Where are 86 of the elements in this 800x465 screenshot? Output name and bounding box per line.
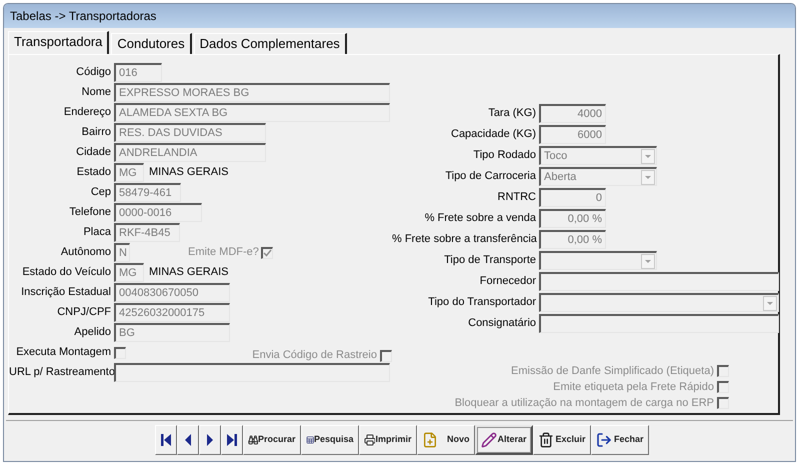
- new-document-icon: [422, 432, 438, 448]
- text-field[interactable]: [539, 272, 779, 291]
- tab[interactable]: Dados Complementares: [194, 33, 347, 54]
- field-label: Tipo do Transportador: [427, 295, 537, 310]
- text-field[interactable]: 016: [114, 63, 162, 82]
- window-title: Tabelas -> Transportadoras: [10, 8, 156, 25]
- field-label: CNPJ/CPF: [56, 305, 112, 320]
- close-button[interactable]: Fechar: [590, 425, 648, 455]
- new-button[interactable]: Novo: [416, 425, 474, 455]
- field-label: % Frete sobre a transferência: [392, 232, 538, 248]
- next-button[interactable]: [198, 425, 220, 455]
- dropdown-field[interactable]: Toco: [539, 146, 657, 165]
- checkbox[interactable]: [114, 346, 126, 358]
- field-label: Fornecedor: [478, 274, 537, 290]
- previous-button[interactable]: [176, 425, 198, 455]
- check-icon: [262, 249, 272, 257]
- text-field[interactable]: 42526032000175: [114, 303, 230, 322]
- state-name: MINAS GERAIS: [149, 165, 228, 180]
- field-label: Estado: [76, 165, 112, 180]
- text-field[interactable]: 0,00 %: [539, 209, 606, 228]
- dropdown-field[interactable]: [539, 293, 779, 312]
- text-field[interactable]: 6000: [539, 125, 606, 144]
- field-label: Cep: [90, 185, 112, 200]
- first-record-button[interactable]: [154, 425, 176, 455]
- print-button[interactable]: Imprimir: [358, 425, 416, 455]
- last-record-button[interactable]: [220, 425, 242, 455]
- text-field[interactable]: RES. DAS DUVIDAS: [114, 123, 266, 142]
- field-label: Cidade: [75, 145, 112, 160]
- state-name: MINAS GERAIS: [149, 265, 228, 280]
- text-field[interactable]: [114, 363, 390, 382]
- field-label: Tipo de Transporte: [443, 253, 537, 268]
- field-label: Telefone: [68, 205, 112, 220]
- option-label: Emite etiqueta pela Frete Rápido: [553, 380, 714, 395]
- field-label: Autônomo: [60, 245, 112, 260]
- previous-icon: [184, 433, 192, 447]
- field-label: Consignatário: [467, 316, 537, 332]
- text-field[interactable]: MG: [114, 263, 144, 282]
- field-label: Tipo Rodado: [472, 148, 537, 164]
- field-label: Código: [75, 65, 112, 80]
- field-label: Placa: [82, 225, 112, 240]
- text-field[interactable]: 4000: [539, 104, 606, 123]
- field-label: Apelido: [73, 325, 112, 340]
- exit-icon: [596, 432, 612, 448]
- field-label: RNTRC: [496, 190, 537, 206]
- first-record-icon: [160, 433, 172, 447]
- option-label: Emite MDF-e?: [188, 245, 259, 260]
- field-label: % Frete sobre a venda: [424, 211, 537, 226]
- text-field[interactable]: 0000-0016: [114, 203, 202, 222]
- text-field[interactable]: ALAMEDA SEXTA BG: [114, 103, 390, 122]
- text-field[interactable]: [539, 314, 779, 333]
- field-label: Tara (KG): [487, 106, 537, 122]
- text-field[interactable]: 58479-461: [114, 183, 181, 202]
- trash-icon: [538, 432, 554, 448]
- option-label: Bloquear a utilização na montagem de carga no ERP: [454, 396, 714, 411]
- field-label: Tipo de Carroceria: [444, 169, 537, 184]
- next-icon: [206, 433, 214, 447]
- tab[interactable]: Condutores: [111, 33, 192, 54]
- field-label: URL p/ Rastreamento: [9, 365, 114, 380]
- field-label: Inscrição Estadual: [20, 285, 112, 300]
- text-field[interactable]: N: [114, 243, 130, 262]
- field-label: Endereço: [62, 105, 112, 120]
- delete-button[interactable]: Excluir: [532, 425, 590, 455]
- field-label: Estado do Veículo: [21, 265, 112, 280]
- text-field[interactable]: ANDRELANDIA: [114, 143, 266, 162]
- option-label: Envia Código de Rastreio: [252, 348, 377, 364]
- text-field[interactable]: RKF-4B45: [114, 223, 180, 242]
- text-field[interactable]: 0040830670050: [114, 283, 230, 302]
- edit-button[interactable]: Alterar: [474, 425, 532, 455]
- pencil-icon: [480, 432, 496, 448]
- field-label: Bairro: [80, 125, 112, 140]
- printer-icon: [364, 432, 376, 448]
- last-record-icon: [226, 433, 238, 447]
- dropdown-field[interactable]: Aberta: [539, 167, 657, 186]
- list-button[interactable]: Pesquisa: [300, 425, 358, 455]
- text-field[interactable]: MG: [114, 163, 144, 182]
- option-label: Emissão de Danfe Simplificado (Etiqueta): [511, 364, 714, 379]
- field-label: Executa Montagem: [15, 345, 112, 360]
- field-label: Capacidade (KG): [450, 127, 537, 142]
- tab[interactable]: Transportadora: [8, 31, 110, 54]
- field-label: Nome: [80, 85, 112, 100]
- text-field[interactable]: BG: [114, 323, 230, 342]
- dropdown-field[interactable]: [539, 251, 657, 270]
- text-field[interactable]: 0,00 %: [539, 230, 606, 249]
- text-field[interactable]: 0: [539, 188, 606, 207]
- text-field[interactable]: EXPRESSO MORAES BG: [114, 83, 390, 102]
- search-button[interactable]: Procurar: [242, 425, 300, 455]
